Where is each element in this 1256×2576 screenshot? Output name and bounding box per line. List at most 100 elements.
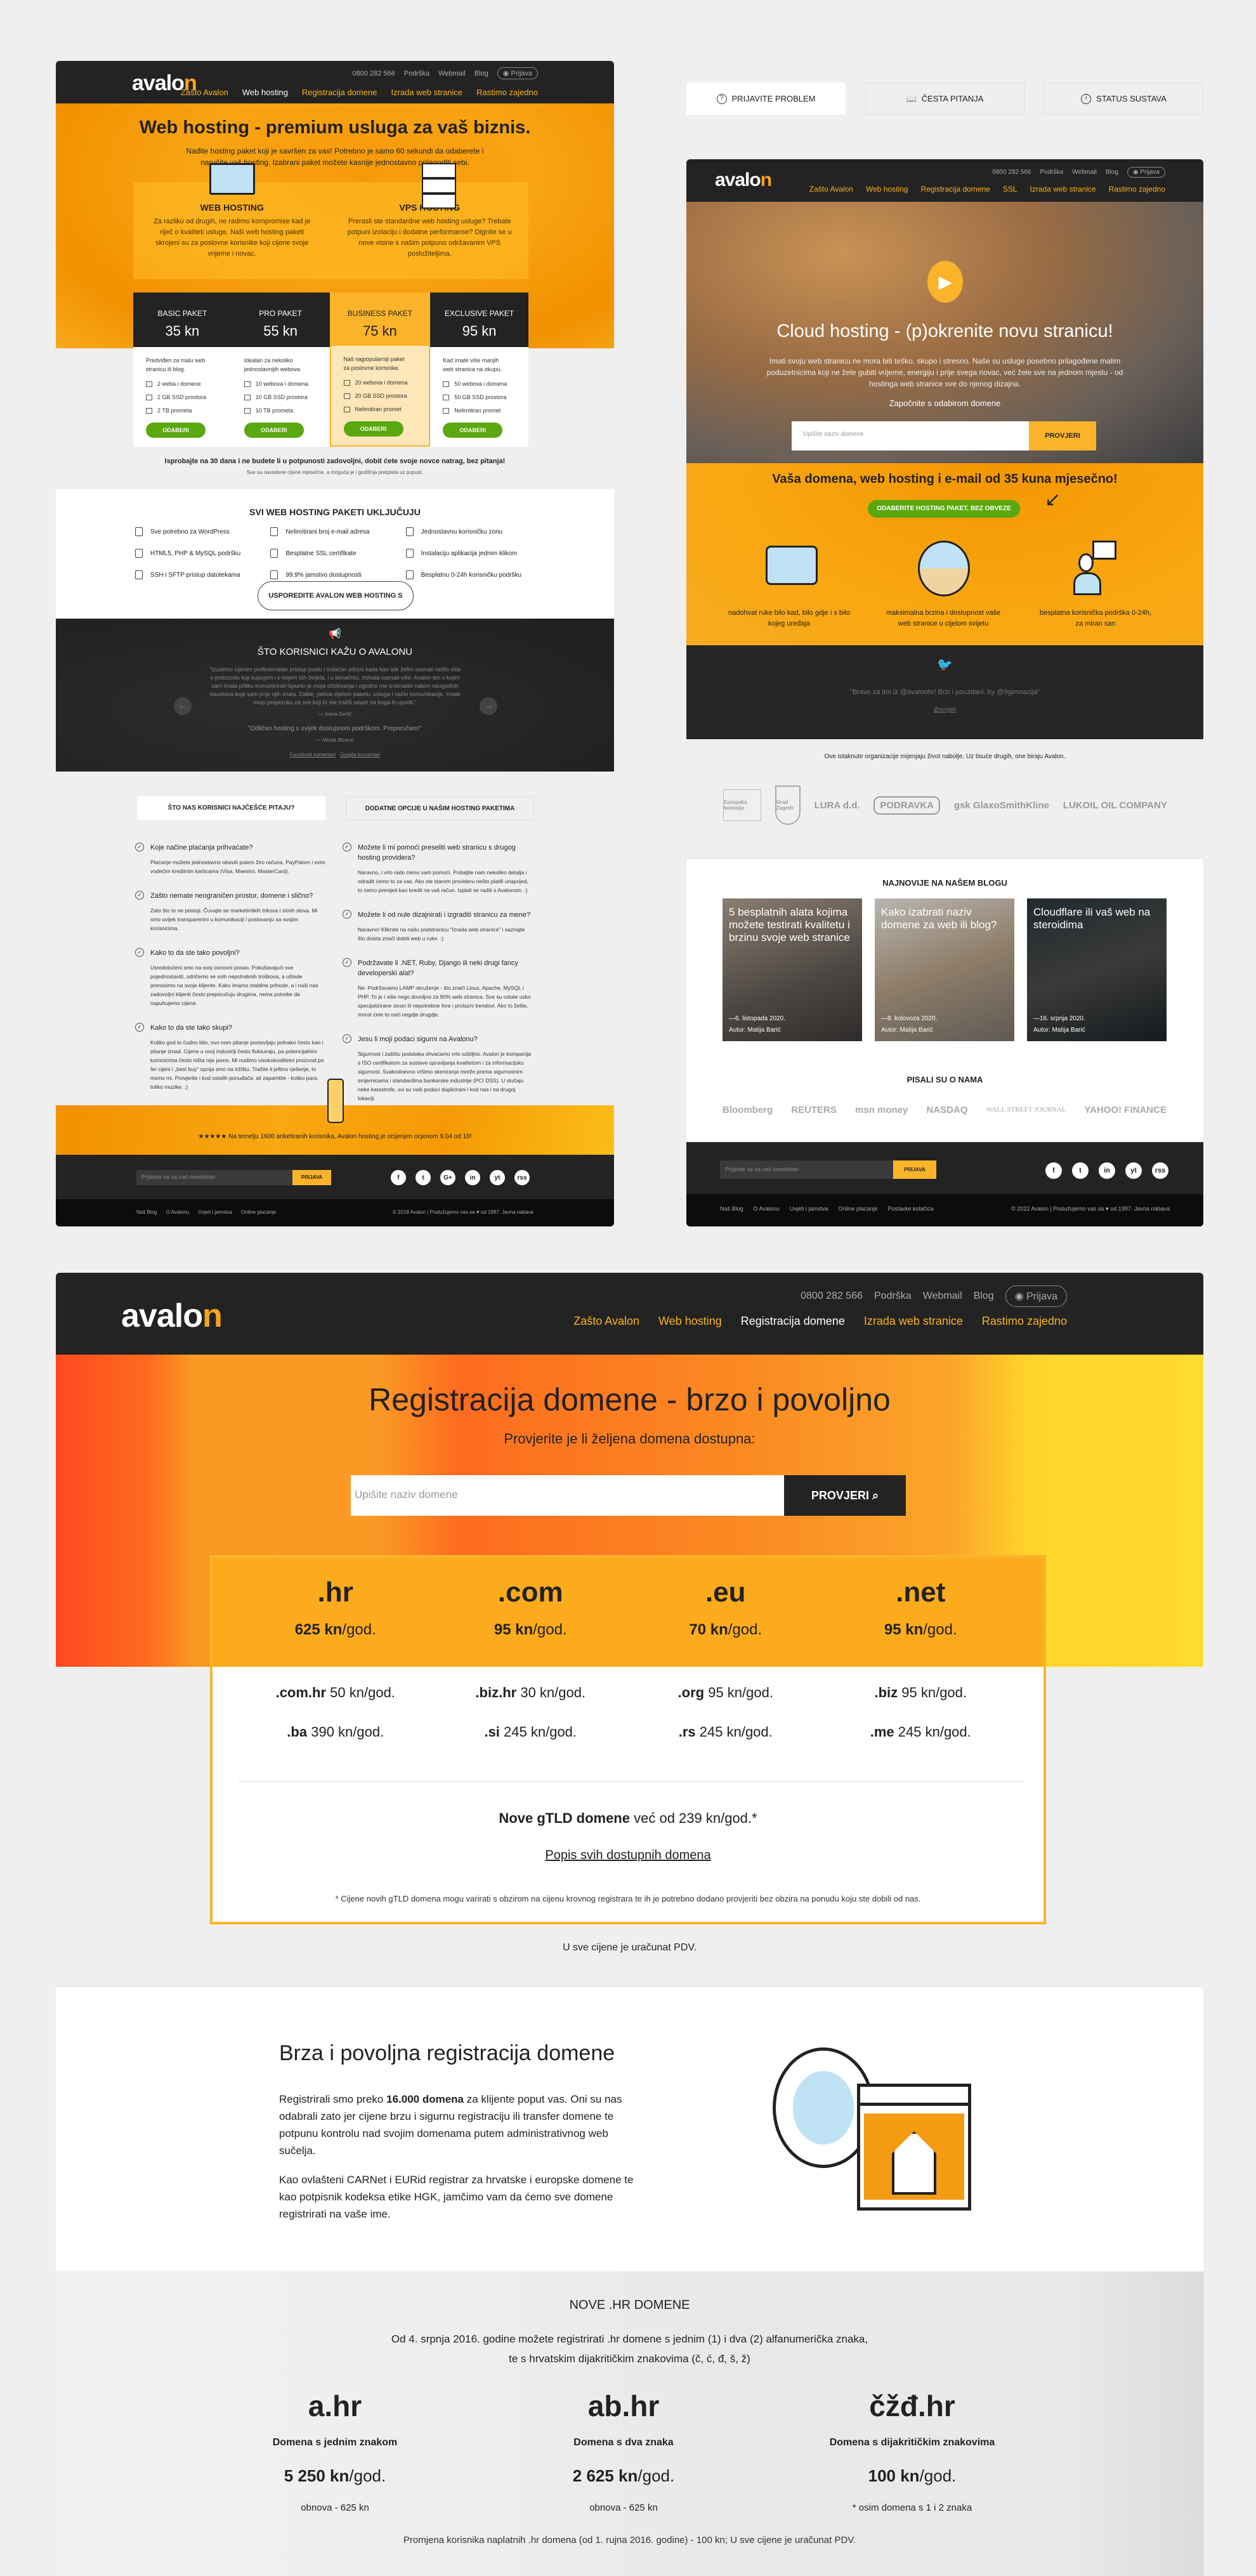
link-webmail[interactable]: Webmail	[1072, 169, 1097, 176]
select-plan-button[interactable]: ODABERI	[443, 423, 503, 438]
linkedin-icon[interactable]: in	[1099, 1162, 1115, 1179]
link-webmail[interactable]: Webmail	[923, 1291, 962, 1302]
google-plus-icon[interactable]: G+	[440, 1170, 455, 1185]
newsletter-submit-button[interactable]: PRIJAVA	[893, 1160, 936, 1179]
faq-item[interactable]: ✓ Podržavate li .NET, Ruby, Django ili ne…	[343, 958, 533, 1019]
compare-button[interactable]: USPOREDITE AVALON WEB HOSTING S DRUGIMA	[258, 581, 414, 628]
check-domain-button[interactable]: PROVJERI ⌕	[784, 1475, 906, 1516]
login-button[interactable]: ◉ Prijava	[1005, 1285, 1067, 1307]
tweet-handle-link[interactable]: @sonjalr	[686, 706, 1203, 713]
support-button-cesta-pitanja[interactable]: 📖 ČESTA PITANJA	[865, 82, 1024, 115]
avalon-logo[interactable]: avalon	[715, 169, 772, 191]
footer-link[interactable]: Naš Blog	[136, 1209, 157, 1215]
blog-post-card[interactable]: 5 besplatnih alata kojima možete testira…	[723, 898, 862, 1041]
option-vps-hosting[interactable]: VPS HOSTING Prerasli ste standardne web …	[331, 163, 529, 279]
phone-number[interactable]: 0800 282 566	[352, 70, 395, 77]
faq-item[interactable]: ✓ Jesu li moji podaci sigurni na Avalonu?…	[343, 1034, 533, 1103]
phone-number[interactable]: 0800 282 566	[801, 1291, 863, 1302]
google-comments-link[interactable]: Google komentari	[340, 752, 380, 758]
faq-item[interactable]: ✓ Kako to da ste tako skupi? Koliko god to…	[135, 1023, 325, 1091]
nav-registracija-domene[interactable]: Registracija domene	[741, 1315, 845, 1328]
placeholder-text: Prijavite se za naš newsletter	[141, 1174, 216, 1180]
newsletter-input[interactable]: Prijavite se za naš newsletter	[720, 1160, 893, 1179]
nav-web-hosting[interactable]: Web hosting	[866, 185, 908, 194]
nav-izrada-web-stranice[interactable]: Izrada web stranice	[864, 1315, 963, 1328]
choose-hosting-button[interactable]: ODABERITE HOSTING PAKET, BEZ OBVEZE	[868, 500, 1020, 518]
footer-link[interactable]: O Avalonu	[754, 1206, 780, 1212]
footer-link[interactable]: Online plaćanje	[241, 1209, 276, 1215]
facebook-icon[interactable]: f	[1045, 1162, 1062, 1179]
link-podrska[interactable]: Podrška	[874, 1291, 912, 1302]
link-blog[interactable]: Blog	[474, 70, 488, 77]
faq-item[interactable]: ✓ Zašto nemate neograničen prostor, domen…	[135, 891, 325, 933]
link-podrska[interactable]: Podrška	[1040, 169, 1063, 176]
nav-web-hosting[interactable]: Web hosting	[242, 88, 288, 97]
prev-arrow-button[interactable]: ←	[174, 697, 192, 715]
youtube-icon[interactable]: yt	[490, 1170, 505, 1185]
newsletter-input[interactable]: Prijavite se za naš newsletter	[136, 1170, 292, 1185]
nav-registracija-domene[interactable]: Registracija domene	[920, 185, 990, 194]
nav-ssl[interactable]: SSL	[1003, 185, 1017, 194]
nav-zasto-avalon[interactable]: Zašto Avalon	[181, 88, 228, 97]
login-button[interactable]: ◉ Prijava	[497, 67, 538, 79]
link-blog[interactable]: Blog	[974, 1291, 994, 1302]
nav-zasto-avalon[interactable]: Zašto Avalon	[809, 185, 853, 194]
nav-zasto-avalon[interactable]: Zašto Avalon	[573, 1315, 639, 1328]
other-tld-item: .si 245 kn/god.	[433, 1724, 629, 1740]
nav-web-hosting[interactable]: Web hosting	[658, 1315, 722, 1328]
support-button-prijavite-problem[interactable]: ? PRIJAVITE PROBLEM	[686, 82, 846, 115]
phone-number[interactable]: 0800 282 566	[992, 169, 1031, 176]
option-web-hosting[interactable]: WEB HOSTING Za razliku od drugih, ne rad…	[133, 163, 331, 279]
nav-rastimo-zajedno[interactable]: Rastimo zajedno	[1109, 185, 1165, 194]
twitter-icon[interactable]: t	[1072, 1162, 1089, 1179]
faq-item[interactable]: ✓ Možete li mi pomoći preseliti web stran…	[343, 843, 533, 895]
rss-icon[interactable]: rss	[514, 1170, 530, 1185]
domain-search-input[interactable]: Upišite naziv domene	[351, 1475, 784, 1516]
play-video-button[interactable]: ▶	[927, 261, 963, 303]
tab-additional-options[interactable]: DODATNE OPCIJE U NAŠIM HOSTING PAKETIMA	[346, 796, 534, 820]
features-section: SVI WEB HOSTING PAKETI UKLJUČUJU Sve pot…	[56, 489, 614, 628]
select-plan-button[interactable]: ODABERI	[146, 423, 206, 438]
link-blog[interactable]: Blog	[1106, 169, 1118, 176]
plan-price: 95 kn	[462, 323, 497, 339]
blog-post-card[interactable]: Cloudflare ili vaš web na steroidima —16.…	[1027, 898, 1167, 1041]
support-button-status-sustava[interactable]: i STATUS SUSTAVA	[1044, 82, 1203, 115]
faq-item[interactable]: ✓ Kako to da ste tako povoljni? Usredotoče…	[135, 948, 325, 1008]
linkedin-icon[interactable]: in	[465, 1170, 480, 1185]
footer-link[interactable]: O Avalonu	[166, 1209, 189, 1215]
blog-post-card[interactable]: Kako izabrati naziv domene za web ili bl…	[875, 898, 1014, 1041]
facebook-icon[interactable]: f	[391, 1170, 406, 1185]
select-plan-button[interactable]: ODABERI	[244, 423, 304, 438]
youtube-icon[interactable]: yt	[1125, 1162, 1142, 1179]
nav-registracija-domene[interactable]: Registracija domene	[302, 88, 377, 97]
footer-link[interactable]: Uvjeti i jamstva	[198, 1209, 232, 1215]
domain-search-input[interactable]: Upišite naziv domene	[792, 421, 1029, 450]
next-arrow-button[interactable]: →	[480, 697, 497, 715]
nav-rastimo-zajedno[interactable]: Rastimo zajedno	[476, 88, 538, 97]
footer-link[interactable]: Online plaćanje	[838, 1206, 877, 1212]
footer-link[interactable]: Uvjeti i jamstva	[790, 1206, 828, 1212]
tab-faq[interactable]: ŠTO NAS KORISNICI NAJČEŠĆE PITAJU?	[137, 796, 325, 820]
link-webmail[interactable]: Webmail	[438, 70, 466, 77]
rss-icon[interactable]: rss	[1152, 1162, 1168, 1179]
nav-rastimo-zajedno[interactable]: Rastimo zajedno	[982, 1315, 1067, 1328]
footer-link[interactable]: Naš Blog	[720, 1206, 743, 1212]
avalon-logo[interactable]: avalon	[121, 1297, 223, 1335]
faq-item[interactable]: ✓ Koje načine plaćanja prihvaćate? Plaćanj…	[135, 843, 325, 876]
twitter-icon[interactable]: t	[415, 1170, 431, 1185]
newsletter-submit-button[interactable]: PRIJAVA	[292, 1170, 331, 1185]
nav-izrada-web-stranice[interactable]: Izrada web stranice	[1030, 185, 1096, 194]
all-domains-link[interactable]: Popis svih dostupnih domena	[213, 1848, 1043, 1863]
nav-izrada-web-stranice[interactable]: Izrada web stranice	[391, 88, 462, 97]
faq-answer: Plaćanje možete jednostavno obaviti pute…	[150, 859, 325, 874]
twitter-icon[interactable]: 🐦	[686, 657, 1203, 673]
login-button[interactable]: ◉ Prijava	[1127, 167, 1165, 178]
footer-link[interactable]: Postavke kolačića	[887, 1206, 933, 1212]
faq-item[interactable]: ✓ Možete li od nule dizajnirati i izgradi…	[343, 910, 533, 943]
feature-text: HTML5, PHP & MySQL podršku	[150, 549, 241, 557]
facebook-comments-link[interactable]: Facebook komentari	[290, 752, 336, 758]
tld-price: 95 kn/god.	[901, 1685, 967, 1700]
link-podrska[interactable]: Podrška	[404, 70, 429, 77]
select-plan-button[interactable]: ODABERI	[343, 421, 403, 437]
check-domain-button[interactable]: PROVJERI	[1029, 421, 1096, 450]
